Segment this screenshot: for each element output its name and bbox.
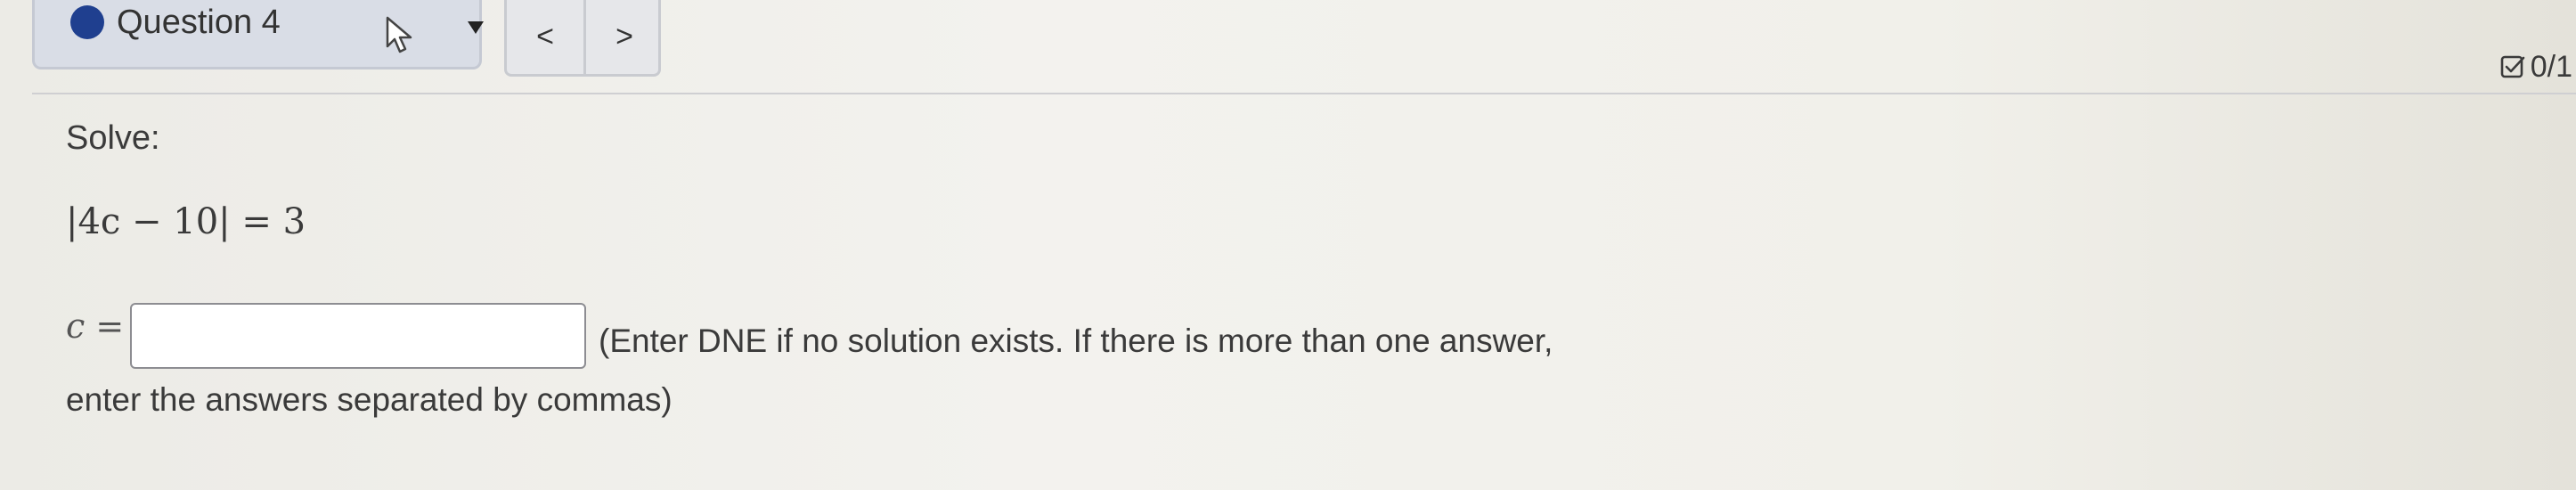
hint-text-line-2: enter the answers separated by commas) [66, 381, 673, 418]
header-divider [32, 93, 2576, 94]
question-title: Question 4 [117, 4, 281, 41]
answer-input[interactable] [130, 303, 586, 369]
status-dot-icon [70, 5, 104, 39]
variable-label: c = [66, 306, 125, 346]
checkbox-icon [2500, 55, 2525, 78]
instruction-text: Solve: [66, 119, 160, 157]
question-nav: < > [504, 0, 661, 77]
question-selector[interactable]: Question 4 [32, 0, 484, 69]
equation: |4c − 10| = 3 [66, 201, 306, 242]
cursor-pointer-icon [386, 16, 412, 53]
score-indicator: 0/1 [2500, 50, 2572, 85]
question-header: Question 4 < > 0/1 [0, 0, 2576, 94]
hint-text-line-1: (Enter DNE if no solution exists. If the… [599, 323, 1553, 359]
next-question-button[interactable]: > [586, 0, 663, 74]
previous-question-button[interactable]: < [507, 0, 583, 74]
score-text: 0/1 [2530, 50, 2572, 84]
caret-down-icon[interactable] [468, 21, 484, 34]
